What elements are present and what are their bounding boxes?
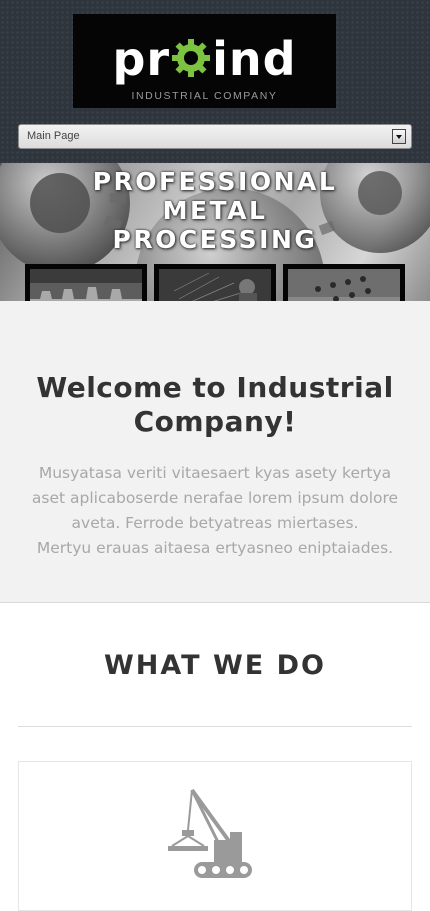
welcome-paragraph: Musyatasa veriti vitaesaert kyas asety k… xyxy=(10,461,420,561)
logo-tagline: INDUSTRIAL COMPANY xyxy=(131,90,278,102)
site-header: pr ind INDUSTRIAL COMPANY Main Page xyxy=(0,0,430,163)
logo-word-right: ind xyxy=(212,32,297,86)
section-divider xyxy=(18,726,412,727)
what-we-do-title: WHAT WE DO xyxy=(104,650,326,681)
hero-title-line: PROFESSIONAL xyxy=(92,167,338,196)
site-logo[interactable]: pr ind INDUSTRIAL COMPANY xyxy=(73,14,336,108)
welcome-paragraph-line: aset aplicaboserde nerafae lorem ipsum d… xyxy=(31,489,399,507)
welcome-paragraph-line: aveta. Ferrode betyatreas miertases. xyxy=(71,514,359,532)
welcome-title: Welcome to Industrial Company! xyxy=(0,371,430,439)
hero-title: PROFESSIONAL METAL PROCESSING xyxy=(0,167,430,254)
logo-wordmark: pr ind xyxy=(73,36,336,85)
chevron-down-icon[interactable] xyxy=(392,129,406,144)
welcome-title-line: Company! xyxy=(133,405,297,438)
logo-word-left: pr xyxy=(112,32,171,86)
service-card[interactable] xyxy=(18,761,412,911)
welcome-title-line: Welcome to Industrial xyxy=(36,371,394,404)
hero-title-line: METAL xyxy=(162,196,268,225)
hero-title-line: PROCESSING xyxy=(112,225,318,254)
welcome-section: Welcome to Industrial Company! Musyatasa… xyxy=(0,301,430,603)
gear-icon xyxy=(171,38,211,85)
main-nav-select[interactable]: Main Page xyxy=(18,124,412,149)
nav-select-value: Main Page xyxy=(27,130,80,142)
welcome-paragraph-line: Mertyu erauas aitaesa ertyasneo eniptaia… xyxy=(36,539,394,557)
crane-icon xyxy=(168,788,252,878)
welcome-paragraph-line: Musyatasa veriti vitaesaert kyas asety k… xyxy=(38,464,392,482)
